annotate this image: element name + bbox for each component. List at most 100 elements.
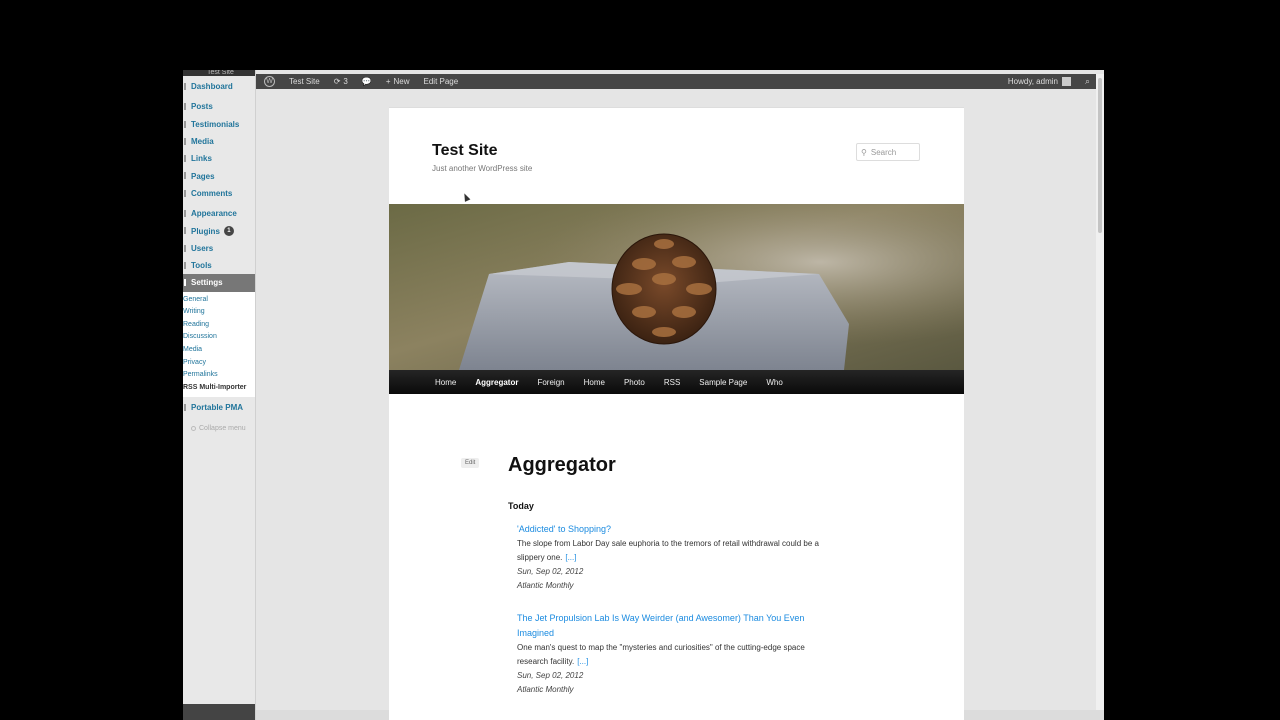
comments-bubble-icon: 💬 [361,77,372,86]
feed-item-title[interactable]: 'Addicted' to Shopping? [517,522,837,537]
feed-item-excerpt: The slope from Labor Day sale euphoria t… [517,537,837,565]
submenu-item-permalinks[interactable]: Permalinks [183,369,255,382]
nav-aggregator[interactable]: Aggregator [475,378,518,387]
adminbar-edit-page[interactable]: Edit Page [424,77,459,86]
sidebar-item-label: Users [191,243,214,253]
page-title: Aggregator [508,454,616,476]
adminbar-search-icon[interactable]: ⌕ [1085,76,1090,87]
tools-icon [184,261,186,269]
sidebar-item-media[interactable]: Media [183,133,255,150]
collapse-menu-label: Collapse menu [199,425,246,433]
sidebar-item-pages[interactable]: Pages [183,167,255,184]
submenu-item-general[interactable]: General [183,294,255,307]
sidebar-item-label: Dashboard [191,82,233,92]
users-icon [184,244,186,252]
portable-pma-icon [184,404,186,412]
feed-item: 'Addicted' to Shopping? The slope from L… [517,522,837,593]
feed-item-title[interactable]: The Jet Propulsion Lab Is Way Weirder (a… [517,611,837,641]
plus-icon: + [385,77,391,86]
screen: Test Site Dashboard Posts Testimonials M… [0,0,1280,720]
sidebar-item-tools[interactable]: Tools [183,257,255,274]
collapse-icon [191,426,196,432]
nav-photo[interactable]: Photo [624,378,645,387]
nav-home-2[interactable]: Home [584,378,605,387]
feed-item-date: Sun, Sep 02, 2012 [517,671,584,680]
plugins-update-badge: 1 [223,226,234,237]
search-input[interactable]: ⚲ Search [856,143,920,161]
excerpt-line: research facility. [517,657,575,666]
wp-admin-bar: W Test Site ⟳ 3 💬 + New Edit Page Howdy, a… [256,74,1096,89]
appearance-icon [184,210,186,218]
site-title[interactable]: Test Site [432,142,498,160]
site-description: Just another WordPress site [432,164,533,173]
sidebar-item-links[interactable]: Links [183,150,255,167]
title-line: The Jet Propulsion Lab Is Way Weirder (a… [517,613,805,623]
adminbar-updates[interactable]: ⟳ 3 [334,77,348,86]
feed-item-source: Atlantic Monthly [517,685,574,694]
nav-rss[interactable]: RSS [664,378,680,387]
sidebar-item-appearance[interactable]: Appearance [183,205,255,222]
sidebar-item-label: Comments [191,188,233,198]
sidebar-item-label: Tools [191,261,212,271]
title-line: Imagined [517,628,555,638]
pages-icon [184,172,186,180]
adminbar-comments[interactable]: 💬 [362,77,372,86]
nav-home[interactable]: Home [435,378,456,387]
sidebar-item-label: Pages [191,171,215,181]
sidebar-bottom-strip [183,704,255,720]
excerpt-line: The slope from Labor Day sale euphoria t… [517,539,819,548]
sidebar-item-plugins[interactable]: Plugins 1 [183,222,255,239]
plugins-icon [184,227,186,235]
nav-sample-page[interactable]: Sample Page [699,378,747,387]
sidebar-item-settings[interactable]: Settings [183,274,255,292]
vertical-scrollbar[interactable] [1096,74,1104,714]
sidebar-item-testimonials[interactable]: Testimonials [183,116,255,133]
browser-window: W Test Site ⟳ 3 💬 + New Edit Page Howdy, a… [256,70,1104,720]
excerpt-line: slippery one. [517,553,563,562]
sidebar-item-label: Portable PMA [191,403,244,413]
updates-icon: ⟳ [333,77,341,86]
admin-sidebar: Test Site Dashboard Posts Testimonials M… [183,70,256,720]
search-icon: ⚲ [861,147,867,157]
feed-item-date: Sun, Sep 02, 2012 [517,567,584,576]
nav-foreign[interactable]: Foreign [537,378,564,387]
feed-item-source: Atlantic Monthly [517,581,574,590]
sidebar-item-dashboard[interactable]: Dashboard [183,78,255,95]
day-heading: Today [508,501,534,511]
settings-icon [184,279,186,287]
dashboard-icon [184,83,186,90]
edit-page-button[interactable]: Edit [461,458,480,468]
submenu-item-rss-multi-importer[interactable]: RSS Multi-Importer [183,382,255,395]
scrollbar-thumb[interactable] [1098,78,1102,233]
adminbar-right: Howdy, admin ⌕ [1008,76,1096,87]
read-more-link[interactable]: [...] [565,553,576,562]
sidebar-item-posts[interactable]: Posts [183,98,255,115]
sidebar-item-label: Media [191,137,214,147]
collapse-menu-button[interactable]: Collapse menu [183,423,255,435]
sidebar-item-comments[interactable]: Comments [183,185,255,202]
adminbar-site-link[interactable]: Test Site [289,77,320,86]
links-icon [184,155,186,163]
pine-cone-on-stone-image [389,204,964,370]
howdy-user[interactable]: Howdy, admin [1008,77,1058,86]
sidebar-item-users[interactable]: Users [183,240,255,257]
submenu-item-media[interactable]: Media [183,344,255,357]
excerpt-line: One man's quest to map the "mysteries an… [517,643,805,652]
submenu-item-reading[interactable]: Reading [183,319,255,332]
wordpress-logo-icon[interactable]: W [264,76,275,87]
submenu-item-discussion[interactable]: Discussion [183,331,255,344]
comments-icon [184,189,186,197]
site-page: Test Site Just another WordPress site ⚲ S… [389,107,964,720]
sidebar-item-portable-pma[interactable]: Portable PMA [183,399,255,416]
read-more-link[interactable]: [...] [577,657,588,666]
sidebar-item-label: Settings [191,278,223,288]
search-placeholder: Search [870,147,897,157]
nav-who[interactable]: Who [766,378,782,387]
posts-icon [184,103,186,111]
avatar[interactable] [1061,77,1071,86]
header-image[interactable] [389,204,964,370]
sidebar-item-label: Testimonials [191,119,240,129]
submenu-item-privacy[interactable]: Privacy [183,357,255,370]
submenu-item-writing[interactable]: Writing [183,306,255,319]
adminbar-new[interactable]: + New [386,77,410,86]
